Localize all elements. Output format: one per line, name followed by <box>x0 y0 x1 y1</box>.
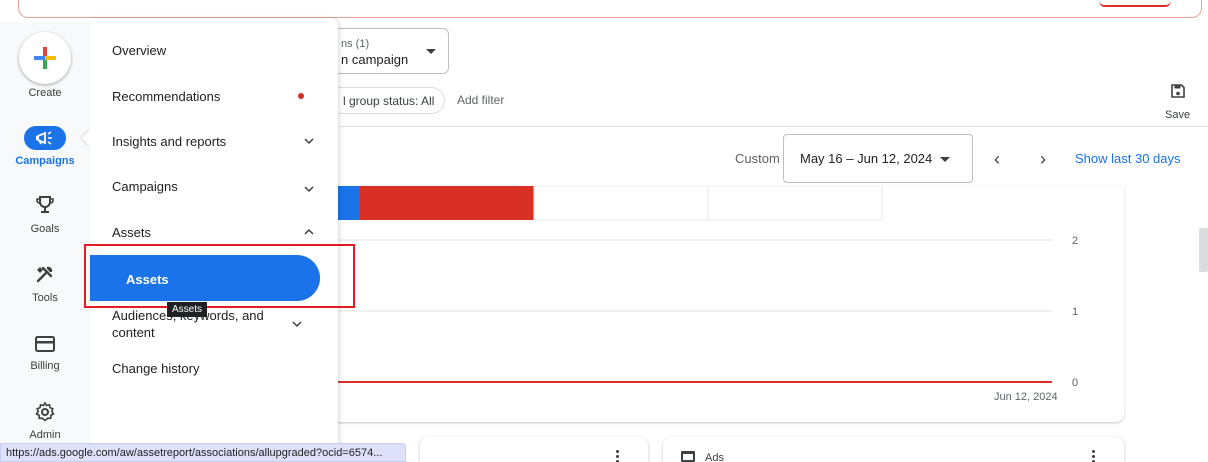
next-period-icon[interactable]: › <box>1040 149 1046 170</box>
admin-rail-label[interactable]: Admin <box>0 429 90 441</box>
nav-overview[interactable]: Overview <box>112 43 312 58</box>
tools-rail-label[interactable]: Tools <box>0 292 90 304</box>
billing-rail-label[interactable]: Billing <box>0 360 90 372</box>
date-range-value: May 16 – Jun 12, 2024 <box>800 151 933 166</box>
chart-segment-red <box>360 186 534 220</box>
date-range-type-label: Custom <box>735 151 780 166</box>
nav-assets[interactable]: Assets <box>112 225 314 240</box>
more-options-icon[interactable] <box>616 450 620 462</box>
y-tick-label: 1 <box>1072 306 1078 318</box>
navigation-drawer: Overview Recommendations Insights and re… <box>90 18 338 462</box>
nav-recommendations-label: Recommendations <box>112 89 221 104</box>
ads-card-title: Ads <box>705 452 724 462</box>
save-label[interactable]: Save <box>1165 109 1190 121</box>
left-rail: Create Campaigns Goals Tools Billing Adm… <box>0 22 90 462</box>
chevron-down-icon <box>304 138 314 145</box>
nav-overview-label: Overview <box>112 43 167 58</box>
create-label: Create <box>28 87 62 99</box>
nav-campaigns[interactable]: Campaigns <box>112 179 314 194</box>
toolbar-divider <box>338 126 1208 127</box>
create-button[interactable] <box>19 32 71 84</box>
credit-card-icon[interactable] <box>33 332 57 356</box>
save-icon[interactable] <box>1170 83 1186 99</box>
annotation-highlight-box <box>84 244 355 308</box>
assets-tooltip: Assets <box>167 302 208 317</box>
caret-down-icon <box>426 49 436 54</box>
previous-period-icon[interactable]: ‹ <box>994 149 1000 170</box>
x-tick-label: Jun 12, 2024 <box>994 391 1058 403</box>
notification-dot-icon <box>298 93 304 99</box>
gear-icon[interactable] <box>33 400 57 424</box>
caret-down-icon <box>940 157 950 162</box>
nav-recommendations[interactable]: Recommendations <box>112 89 312 104</box>
nav-insights-label: Insights and reports <box>112 134 227 149</box>
page-scrollbar[interactable] <box>1199 228 1208 272</box>
chart-segment-empty <box>707 185 883 221</box>
alert-banner <box>18 0 1202 18</box>
nav-campaigns-label: Campaigns <box>112 179 178 194</box>
campaign-filter-value: n campaign <box>341 52 409 67</box>
show-last-30-days-link[interactable]: Show last 30 days <box>1075 151 1181 166</box>
megaphone-icon <box>36 131 52 145</box>
nav-change-history[interactable]: Change history <box>112 361 312 376</box>
bottom-card-left <box>420 437 648 462</box>
nav-insights-and-reports[interactable]: Insights and reports <box>112 134 314 149</box>
chevron-down-icon <box>292 321 302 328</box>
goals-rail-label[interactable]: Goals <box>0 223 90 235</box>
performance-chart: 2 1 0 Jun 12, 2024 <box>330 185 1078 403</box>
ads-icon <box>681 451 695 462</box>
chart-segment-empty <box>533 185 709 221</box>
add-filter-link[interactable]: Add filter <box>457 93 504 107</box>
campaigns-rail-button[interactable] <box>24 126 66 150</box>
performance-chart-card: 2 1 0 Jun 12, 2024 <box>330 185 1124 422</box>
date-range-picker[interactable]: May 16 – Jun 12, 2024 <box>783 134 973 183</box>
campaigns-rail-label[interactable]: Campaigns <box>0 155 90 167</box>
more-options-icon[interactable] <box>1092 450 1096 462</box>
nav-assets-label: Assets <box>112 225 152 240</box>
ads-card <box>663 437 1124 462</box>
chevron-up-icon <box>304 228 314 235</box>
banner-action-button[interactable] <box>1099 0 1171 7</box>
y-tick-label: 2 <box>1072 235 1078 247</box>
tools-icon[interactable] <box>33 262 57 286</box>
status-filter-chip[interactable]: l group status: All <box>320 87 445 114</box>
campaign-filter-count: ns (1) <box>341 38 370 50</box>
status-bar-url: https://ads.google.com/aw/assetreport/as… <box>0 443 406 462</box>
plus-icon <box>34 47 56 69</box>
chevron-down-icon <box>304 186 314 193</box>
nav-change-history-label: Change history <box>112 361 200 376</box>
trophy-icon[interactable] <box>33 192 57 216</box>
y-tick-label: 0 <box>1072 377 1078 389</box>
